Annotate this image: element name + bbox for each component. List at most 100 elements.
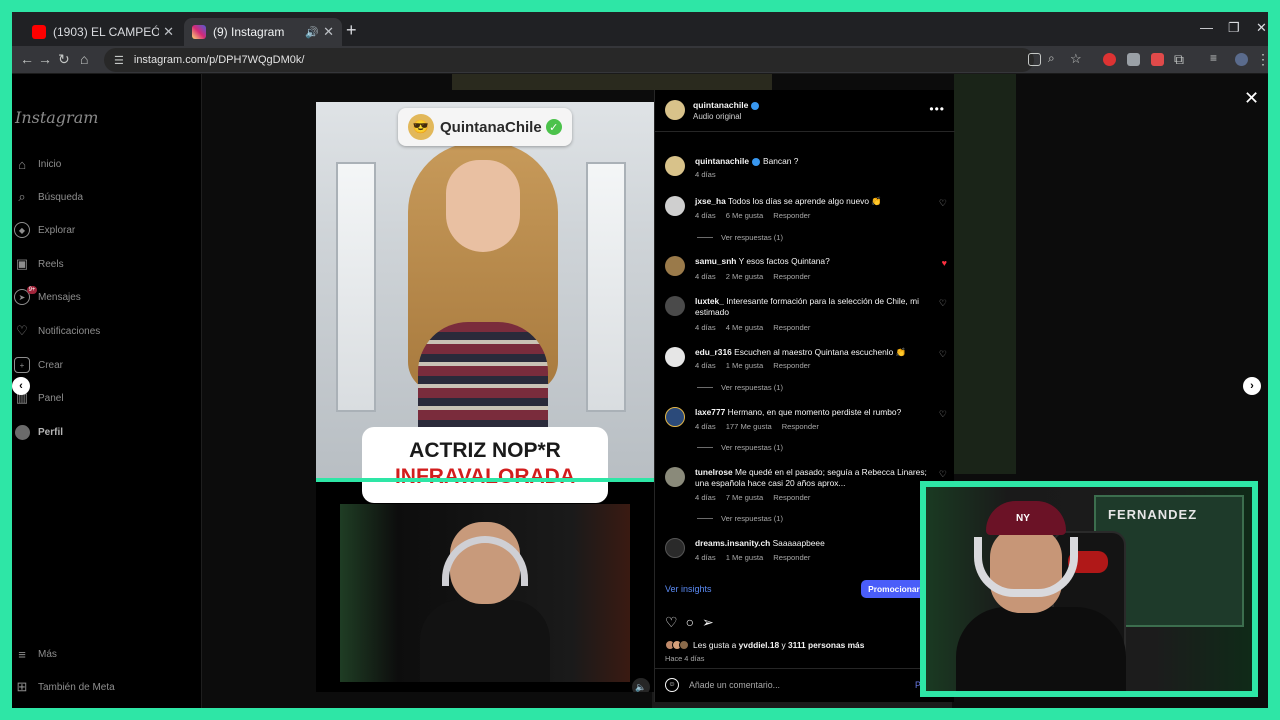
close-tab-icon[interactable]: ✕ — [323, 24, 334, 40]
extension-icon[interactable] — [1127, 53, 1140, 66]
promote-button[interactable]: Promocionar — [861, 580, 927, 598]
sidebar-item-explorar[interactable]: ◆ Explorar — [14, 220, 75, 240]
likes-username[interactable]: yvddiel.18 — [739, 640, 780, 650]
close-modal-icon[interactable]: ✕ — [1244, 88, 1259, 109]
prev-post-arrow-icon[interactable]: ‹ — [12, 377, 30, 395]
reply-button[interactable]: Responder — [782, 422, 819, 431]
post-owner[interactable]: quintanachile — [693, 100, 762, 110]
zoom-icon[interactable]: ⌕ — [1048, 51, 1055, 66]
like-heart-icon[interactable]: ♡ — [939, 298, 947, 309]
like-heart-icon[interactable]: ♡ — [939, 469, 947, 480]
comment-username[interactable]: quintanachile — [695, 156, 749, 166]
avatar[interactable] — [665, 347, 685, 367]
sidebar-item-meta[interactable]: ⊞ También de Meta — [14, 677, 115, 697]
avatar[interactable] — [665, 100, 685, 120]
comment-likes[interactable]: 1 Me gusta — [726, 361, 764, 370]
site-info-icon[interactable]: ☰ — [114, 54, 124, 67]
media-control-icon[interactable]: ≡ — [1210, 51, 1217, 65]
reply-button[interactable]: Responder — [773, 553, 810, 562]
view-replies-button[interactable]: Ver respuestas (1) — [697, 514, 783, 523]
tab-instagram[interactable]: (9) Instagram 🔊 ✕ — [184, 18, 342, 46]
close-tab-icon[interactable]: ✕ — [163, 24, 174, 40]
back-icon[interactable]: ← — [20, 51, 34, 67]
extension-icon[interactable] — [1151, 53, 1164, 66]
puzzle-icon[interactable]: ⧉ — [1174, 51, 1184, 68]
sidebar-item-perfil[interactable]: Perfil — [14, 422, 63, 442]
comment-time[interactable]: 4 días — [695, 361, 716, 370]
comment-likes[interactable]: 177 Me gusta — [726, 422, 772, 431]
comment-time[interactable]: 4 días — [695, 170, 716, 179]
comment-username[interactable]: samu_snh — [695, 256, 736, 266]
speaker-icon[interactable]: 🔊 — [305, 26, 319, 39]
maximize-icon[interactable]: ❐ — [1228, 20, 1240, 36]
reply-button[interactable]: Responder — [773, 323, 810, 332]
like-heart-icon[interactable]: ♡ — [939, 409, 947, 420]
sidebar-item-notificaciones[interactable]: ♡ Notificaciones — [14, 321, 100, 341]
comment-username[interactable]: jxse_ha — [695, 196, 726, 206]
profile-avatar[interactable] — [1235, 53, 1248, 66]
sidebar-item-reels[interactable]: ▣ Reels — [14, 254, 64, 274]
audio-toggle-icon[interactable]: 🔈 — [632, 678, 650, 692]
install-icon[interactable] — [1028, 53, 1041, 66]
comment-likes[interactable]: 1 Me gusta — [726, 553, 764, 562]
new-tab-button[interactable]: + — [346, 20, 357, 41]
reply-button[interactable]: Responder — [773, 272, 810, 281]
comment-time[interactable]: 4 días — [695, 272, 716, 281]
avatar[interactable] — [665, 196, 685, 216]
comment-likes[interactable]: 6 Me gusta — [726, 211, 764, 220]
reply-button[interactable]: Responder — [773, 361, 810, 370]
emoji-icon[interactable]: ☺ — [665, 678, 679, 692]
minimize-icon[interactable]: — — [1200, 20, 1213, 35]
extension-icon[interactable] — [1103, 53, 1116, 66]
comment-username[interactable]: luxtek_ — [695, 296, 724, 306]
share-icon[interactable]: ➢ — [702, 614, 714, 631]
comment-username[interactable]: tunelrose — [695, 467, 733, 477]
view-replies-button[interactable]: Ver respuestas (1) — [697, 233, 783, 242]
more-options-icon[interactable]: ••• — [929, 102, 945, 116]
post-media[interactable]: 😎 QuintanaChile ✓ ACTRIZ NOP*R INFRAVALO… — [316, 102, 654, 692]
comment-time[interactable]: 4 días — [695, 211, 716, 220]
home-icon[interactable]: ⌂ — [80, 51, 88, 67]
comment-time[interactable]: 4 días — [695, 493, 716, 502]
avatar[interactable] — [665, 156, 685, 176]
sidebar-item-mas[interactable]: ≡ Más — [14, 644, 57, 664]
comment-input[interactable]: Añade un comentario... — [689, 680, 780, 690]
forward-icon[interactable]: → — [38, 51, 52, 67]
comment-icon[interactable]: ○ — [686, 614, 694, 631]
avatar[interactable] — [665, 256, 685, 276]
comment-time[interactable]: 4 días — [695, 553, 716, 562]
address-bar[interactable]: ☰ instagram.com/p/DPH7WQgDM0k/ — [104, 48, 1034, 72]
reply-button[interactable]: Responder — [773, 493, 810, 502]
sidebar-item-mensajes[interactable]: ➤ 9+ Mensajes — [14, 286, 81, 307]
comment-username[interactable]: laxe777 — [695, 407, 725, 417]
tab-youtube[interactable]: (1903) EL CAMPEÓN PARISINO ✕ — [24, 18, 182, 46]
reply-button[interactable]: Responder — [773, 211, 810, 220]
comment-username[interactable]: dreams.insanity.ch — [695, 538, 770, 548]
view-insights-link[interactable]: Ver insights — [665, 584, 712, 594]
menu-dots-icon[interactable]: ⋮ — [1256, 51, 1268, 68]
avatar[interactable] — [665, 467, 685, 487]
comment-likes[interactable]: 4 Me gusta — [726, 323, 764, 332]
view-replies-button[interactable]: Ver respuestas (1) — [697, 383, 783, 392]
post-time[interactable]: Hace 4 días — [665, 654, 704, 663]
avatar[interactable] — [665, 296, 685, 316]
comment-time[interactable]: 4 días — [695, 323, 716, 332]
owner-username[interactable]: quintanachile — [693, 100, 748, 110]
likes-count[interactable]: 3111 personas más — [788, 640, 864, 650]
bookmark-star-icon[interactable]: ☆ — [1070, 51, 1082, 67]
avatar[interactable] — [665, 407, 685, 427]
reload-icon[interactable]: ↻ — [58, 51, 70, 68]
like-heart-icon[interactable]: ♡ — [939, 349, 947, 360]
comment-time[interactable]: 4 días — [695, 422, 716, 431]
comment-likes[interactable]: 7 Me gusta — [726, 493, 764, 502]
sidebar-item-busqueda[interactable]: ⌕ Búsqueda — [14, 187, 83, 207]
close-window-icon[interactable]: ✕ — [1256, 20, 1267, 36]
avatar[interactable] — [665, 538, 685, 558]
sidebar-item-crear[interactable]: + Crear — [14, 355, 63, 375]
audio-label[interactable]: Audio original — [693, 112, 741, 121]
next-post-arrow-icon[interactable]: › — [1243, 377, 1261, 395]
sidebar-item-inicio[interactable]: ⌂ Inicio — [14, 154, 61, 174]
liked-heart-icon[interactable]: ♥ — [942, 258, 947, 268]
like-icon[interactable]: ♡ — [665, 614, 678, 631]
view-replies-button[interactable]: Ver respuestas (1) — [697, 443, 783, 452]
